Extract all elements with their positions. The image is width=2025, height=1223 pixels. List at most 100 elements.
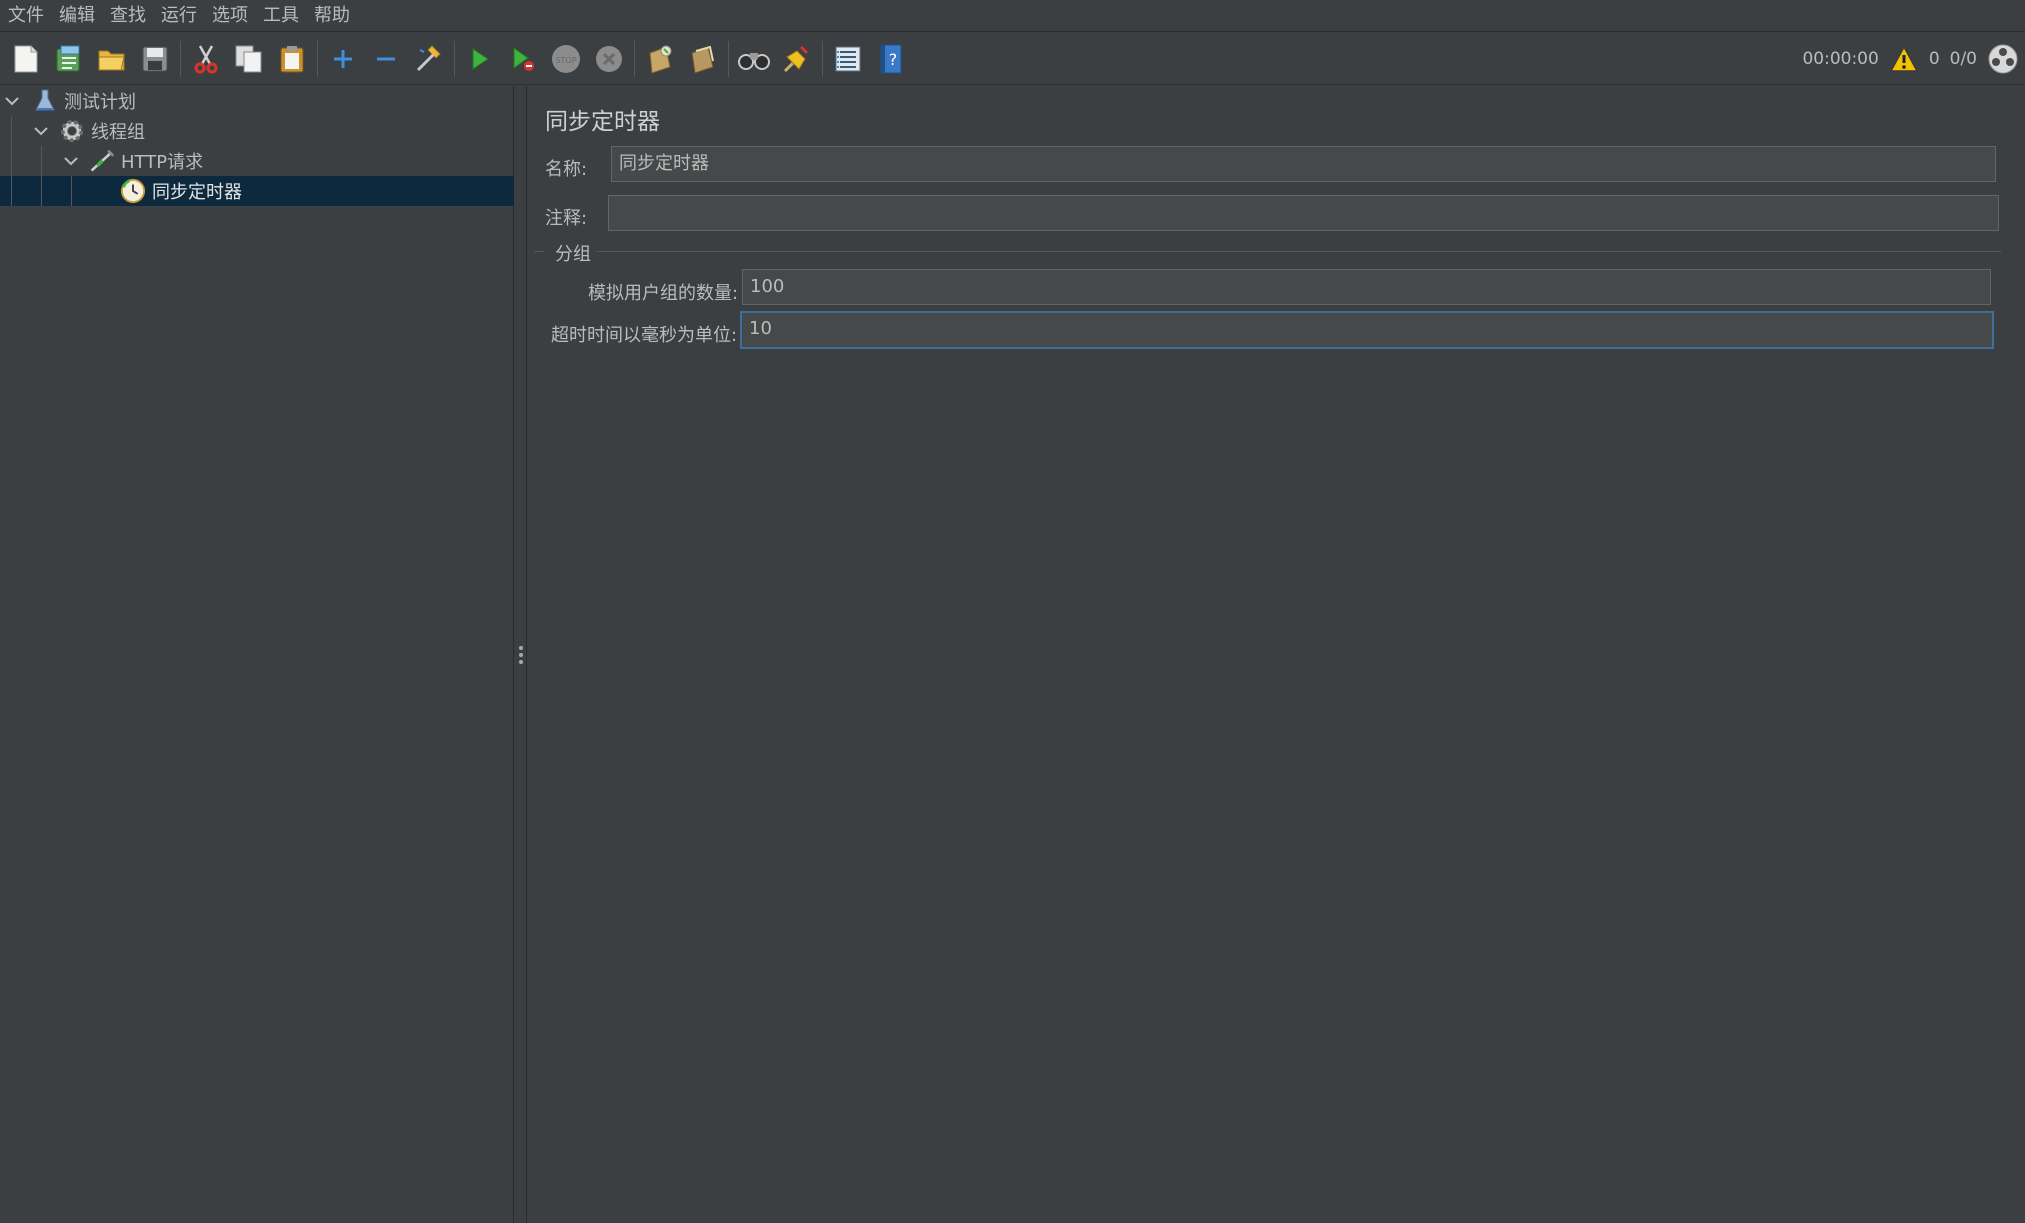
tree-node-http-request[interactable]: HTTP请求	[0, 146, 514, 176]
clear-all-button[interactable]	[685, 41, 721, 77]
group-border	[534, 251, 544, 252]
users-label: 模拟用户组的数量:	[588, 283, 739, 304]
function-helper-button[interactable]	[830, 41, 866, 77]
timer-icon	[120, 178, 146, 204]
thread-status-icon	[1988, 44, 2018, 74]
clear-all-icon	[691, 45, 714, 74]
expand-icon	[334, 49, 352, 68]
start-no-pause-icon	[513, 46, 534, 71]
toggle-icon	[416, 44, 441, 71]
users-count-field[interactable]: 100	[742, 269, 1991, 305]
tree-guide-line	[41, 176, 42, 206]
http-request-icon	[89, 148, 115, 174]
toggle-button[interactable]	[411, 41, 447, 77]
stop-icon: STOP	[552, 44, 580, 73]
expand-button[interactable]	[325, 41, 361, 77]
test-plan-tree: 测试计划 线程组 HTTP请求 同步定时器	[0, 86, 514, 1223]
thread-group-icon	[59, 118, 85, 144]
clear-button[interactable]	[642, 41, 678, 77]
timeout-field[interactable]: 10	[740, 311, 1994, 349]
elapsed-timer: 00:00:00	[1802, 49, 1879, 69]
cut-icon	[194, 44, 218, 73]
test-plan-icon	[32, 88, 58, 114]
templates-button[interactable]	[51, 41, 87, 77]
comment-label: 注释:	[545, 208, 588, 229]
search-icon	[738, 52, 770, 70]
warning-icon[interactable]	[1889, 45, 1919, 73]
grip-dot	[519, 653, 523, 657]
help-button[interactable]: ?	[873, 41, 909, 77]
shutdown-button[interactable]	[591, 41, 627, 77]
stop-button[interactable]: STOP	[548, 41, 584, 77]
tree-guide-line	[71, 176, 72, 206]
clear-icon	[649, 45, 672, 74]
tree-node-sync-timer[interactable]: 同步定时器	[0, 176, 514, 206]
menu-run[interactable]: 运行	[157, 0, 208, 32]
new-button[interactable]	[8, 41, 44, 77]
page-title: 同步定时器	[545, 109, 660, 135]
group-border	[596, 251, 2001, 252]
open-icon	[98, 50, 125, 70]
tree-node-test-plan[interactable]: 测试计划	[0, 86, 514, 116]
function-helper-icon	[835, 46, 861, 71]
templates-icon	[56, 45, 80, 71]
tree-node-label: 测试计划	[64, 92, 136, 113]
timeout-label: 超时时间以毫秒为单位:	[551, 325, 738, 346]
paste-icon	[280, 45, 304, 72]
tree-guide-line	[11, 176, 12, 206]
toolbar-separator	[180, 40, 181, 77]
start-no-pause-button[interactable]	[505, 41, 541, 77]
toolbar-separator	[822, 40, 823, 77]
chevron-down-icon[interactable]	[2, 91, 22, 111]
toolbar: STOP ? 00:00:00 0 0/0	[0, 33, 2025, 85]
start-icon	[472, 47, 489, 70]
warning-count: 0	[1928, 49, 1940, 69]
toolbar-separator	[634, 40, 635, 77]
tree-node-label: 线程组	[91, 122, 145, 143]
toolbar-separator	[317, 40, 318, 77]
menu-edit[interactable]: 编辑	[55, 0, 106, 32]
copy-button[interactable]	[231, 41, 267, 77]
toolbar-status: 00:00:00 0 0/0	[1802, 33, 2025, 85]
save-button[interactable]	[137, 41, 173, 77]
menu-tools[interactable]: 工具	[259, 0, 310, 32]
tree-guide-line	[41, 146, 42, 176]
search-button[interactable]	[736, 41, 772, 77]
timer-settings-panel: 同步定时器 名称: 同步定时器 注释: 分组 模拟用户组的数量: 100 超时时…	[528, 86, 2025, 1223]
menu-options[interactable]: 选项	[208, 0, 259, 32]
grip-dot	[519, 660, 523, 664]
menu-search[interactable]: 查找	[106, 0, 157, 32]
panel-splitter[interactable]	[515, 86, 527, 1223]
cut-button[interactable]	[188, 41, 224, 77]
svg-text:STOP: STOP	[555, 56, 576, 65]
collapse-icon	[377, 57, 395, 60]
comment-field[interactable]	[608, 195, 1999, 231]
toolbar-separator	[454, 40, 455, 77]
shutdown-icon	[596, 45, 622, 72]
group-title: 分组	[555, 244, 591, 265]
paste-button[interactable]	[274, 41, 310, 77]
chevron-down-icon[interactable]	[31, 121, 51, 141]
name-field[interactable]: 同步定时器	[611, 146, 1996, 182]
reset-search-icon	[783, 45, 809, 72]
save-icon	[142, 46, 168, 71]
chevron-down-icon[interactable]	[61, 151, 81, 171]
new-icon	[14, 45, 38, 72]
tree-node-label: HTTP请求	[121, 152, 204, 173]
grip-dot	[519, 646, 523, 650]
tree-node-label: 同步定时器	[152, 182, 242, 203]
tree-guide-line	[11, 116, 12, 146]
collapse-button[interactable]	[368, 41, 404, 77]
reset-search-button[interactable]	[779, 41, 815, 77]
svg-text:?: ?	[889, 50, 898, 69]
open-button[interactable]	[94, 41, 130, 77]
menu-file[interactable]: 文件	[4, 0, 55, 32]
tree-guide-line	[11, 146, 12, 176]
copy-icon	[235, 45, 262, 72]
toolbar-separator	[728, 40, 729, 77]
tree-node-thread-group[interactable]: 线程组	[0, 116, 514, 146]
menu-help[interactable]: 帮助	[310, 0, 361, 32]
menu-bar: 文件 编辑 查找 运行 选项 工具 帮助	[0, 0, 2025, 32]
start-button[interactable]	[462, 41, 498, 77]
active-threads: 0/0	[1949, 49, 1977, 69]
